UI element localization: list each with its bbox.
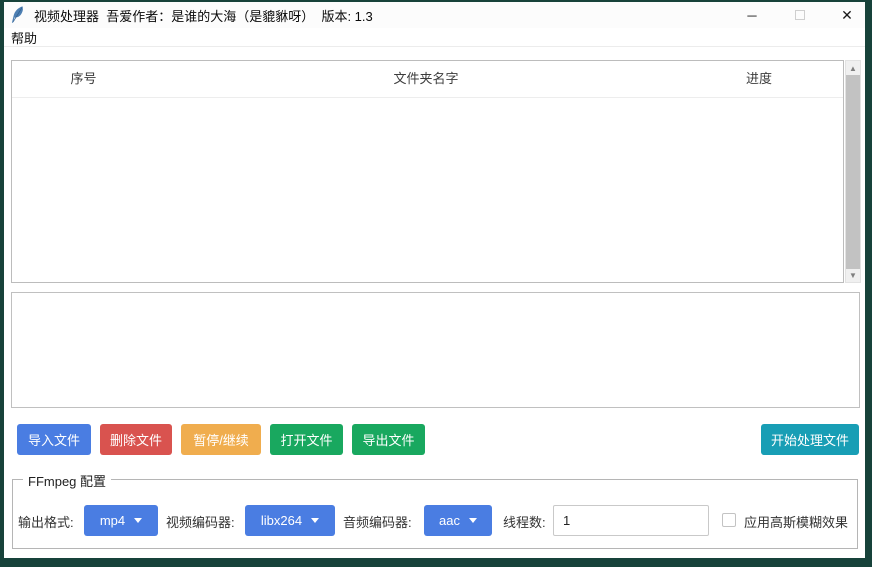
scroll-up-icon[interactable]: ▲ — [846, 61, 860, 75]
dropdown-arrow-icon — [134, 518, 142, 523]
delete-files-button[interactable]: 删除文件 — [100, 424, 172, 455]
file-table: 序号 文件夹名字 进度 — [11, 60, 844, 283]
column-header-index: 序号 — [12, 61, 155, 97]
pause-resume-button[interactable]: 暂停/继续 — [181, 424, 261, 455]
output-format-dropdown[interactable]: mp4 — [84, 505, 158, 536]
minimize-button[interactable]: ─ — [740, 2, 764, 28]
threads-input[interactable] — [553, 505, 709, 536]
file-table-header: 序号 文件夹名字 进度 — [12, 61, 843, 98]
table-scrollbar[interactable]: ▲ ▼ — [845, 60, 861, 283]
menu-item-help[interactable]: 帮助 — [5, 28, 43, 47]
output-format-value: mp4 — [100, 513, 125, 528]
video-encoder-label: 视频编码器: — [166, 512, 235, 531]
maximize-button[interactable] — [788, 2, 812, 28]
open-files-button[interactable]: 打开文件 — [270, 424, 343, 455]
scroll-down-icon[interactable]: ▼ — [846, 268, 860, 282]
import-files-button[interactable]: 导入文件 — [17, 424, 91, 455]
close-button[interactable]: ✕ — [834, 2, 860, 28]
column-header-progress: 进度 — [697, 61, 821, 97]
threads-label: 线程数: — [503, 512, 546, 531]
audio-encoder-value: aac — [439, 513, 460, 528]
app-window: 视频处理器 吾爱作者：是谁的大海（是貔貅呀） 版本: 1.3 ─ ✕ 帮助 序号… — [4, 2, 865, 558]
scrollbar-thumb[interactable] — [846, 75, 860, 269]
python-feather-icon — [11, 6, 25, 24]
title-bar: 视频处理器 吾爱作者：是谁的大海（是貔貅呀） 版本: 1.3 ─ ✕ — [4, 2, 865, 28]
video-encoder-value: libx264 — [261, 513, 302, 528]
export-files-button[interactable]: 导出文件 — [352, 424, 425, 455]
dropdown-arrow-icon — [311, 518, 319, 523]
audio-encoder-label: 音频编码器: — [343, 512, 412, 531]
gaussian-blur-checkbox[interactable] — [722, 513, 736, 527]
dropdown-arrow-icon — [469, 518, 477, 523]
output-format-label: 输出格式: — [18, 512, 74, 531]
column-header-folder-name: 文件夹名字 — [155, 61, 697, 97]
audio-encoder-dropdown[interactable]: aac — [424, 505, 492, 536]
start-processing-button[interactable]: 开始处理文件 — [761, 424, 859, 455]
maximize-icon — [795, 10, 805, 20]
gaussian-blur-label: 应用高斯模糊效果 — [744, 512, 848, 531]
file-table-body[interactable] — [12, 98, 843, 282]
ffmpeg-config-group-label: FFmpeg 配置 — [23, 471, 111, 490]
log-area[interactable] — [11, 292, 860, 408]
window-title: 视频处理器 吾爱作者：是谁的大海（是貔貅呀） 版本: 1.3 — [34, 6, 373, 25]
menu-bar: 帮助 — [4, 28, 865, 47]
desktop-background: 视频处理器 吾爱作者：是谁的大海（是貔貅呀） 版本: 1.3 ─ ✕ 帮助 序号… — [0, 0, 872, 567]
video-encoder-dropdown[interactable]: libx264 — [245, 505, 335, 536]
